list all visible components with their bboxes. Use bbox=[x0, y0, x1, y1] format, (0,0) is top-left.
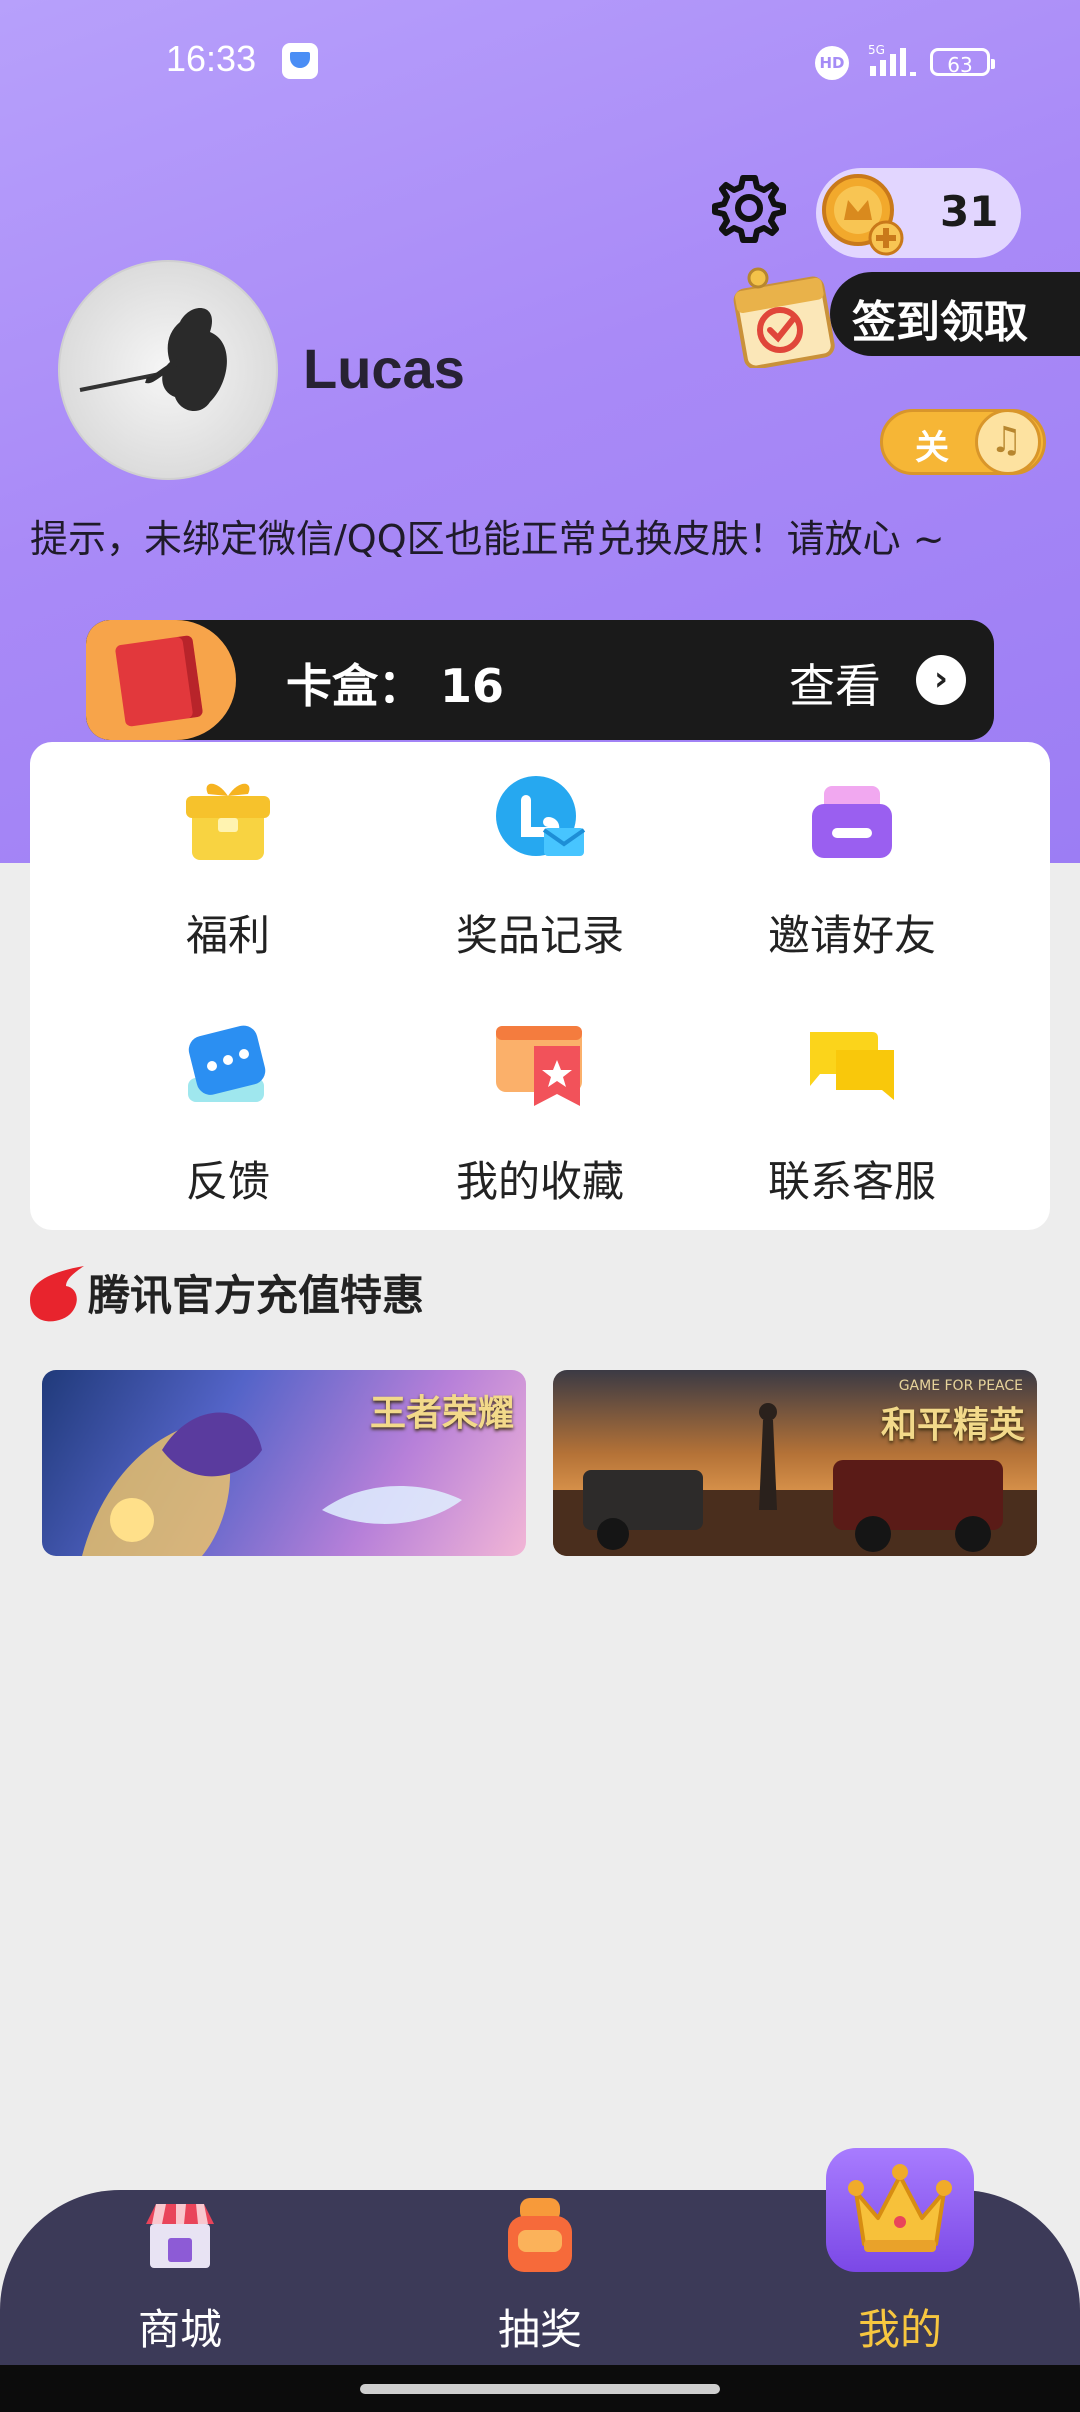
calendar-checkin-icon[interactable] bbox=[728, 264, 840, 368]
status-bar: 16:33 HD 5G 63 bbox=[0, 0, 1080, 125]
feedback-icon bbox=[188, 1025, 266, 1102]
menu-item-invite-friend[interactable]: 邀请好友 bbox=[702, 742, 1002, 960]
nav-label-lottery: 抽奖 bbox=[497, 2305, 582, 2354]
music-note-icon: ♫ bbox=[990, 420, 1023, 461]
binding-tip: 提示，未绑定微信/QQ区也能正常兑换皮肤！请放心 ~ bbox=[30, 517, 945, 561]
signal-icon: 5G bbox=[868, 43, 916, 76]
coin-count: 31 bbox=[940, 187, 999, 236]
game-for-peace-banner[interactable]: GAME FOR PEACE 和平精英 bbox=[553, 1370, 1037, 1556]
menu-item-favorites[interactable]: 我的收藏 bbox=[390, 988, 690, 1206]
nav-tab-shop[interactable]: 商城 bbox=[80, 2190, 280, 2360]
game-for-peace-subtitle: GAME FOR PEACE bbox=[898, 1378, 1023, 1394]
cardbox-label: 卡盒： 16 bbox=[286, 650, 504, 716]
invite-friend-icon bbox=[812, 786, 892, 858]
cardbox-bar[interactable]: 卡盒： 16 查看 › bbox=[86, 620, 994, 740]
username: Lucas bbox=[303, 337, 465, 400]
menu-item-customer-service[interactable]: 联系客服 bbox=[702, 988, 1002, 1206]
feature-menu: 福利 奖品记录 邀请好友 反馈 我的收藏 联系客服 bbox=[30, 742, 1050, 1230]
music-toggle[interactable]: 关 ♫ bbox=[880, 409, 1046, 475]
cardbox-count: 16 bbox=[440, 659, 505, 713]
shop-icon bbox=[146, 2204, 214, 2268]
tencent-flame-icon bbox=[30, 1266, 84, 1322]
nav-label-shop: 商城 bbox=[137, 2305, 222, 2354]
gift-icon bbox=[186, 783, 270, 860]
status-time: 16:33 bbox=[166, 38, 257, 79]
game-for-peace-title: 和平精英 bbox=[880, 1405, 1025, 1446]
avatar[interactable] bbox=[58, 260, 278, 480]
notification-app-icon bbox=[282, 43, 318, 79]
hd-icon: HD bbox=[815, 46, 849, 80]
chevron-right-icon[interactable]: › bbox=[916, 655, 966, 705]
cardbox-view-button[interactable]: 查看 bbox=[789, 650, 881, 716]
music-toggle-off-label: 关 bbox=[915, 428, 949, 468]
coin-add-icon[interactable] bbox=[818, 170, 908, 260]
honor-of-kings-banner[interactable]: 王者荣耀 bbox=[42, 1370, 526, 1556]
prize-record-icon bbox=[496, 776, 586, 856]
crown-icon bbox=[848, 2164, 952, 2252]
promo-section-title: 腾讯官方充值特惠 bbox=[88, 1271, 425, 1320]
menu-item-welfare[interactable]: 福利 bbox=[78, 742, 378, 960]
battery-indicator: 63 bbox=[930, 48, 995, 77]
menu-item-prize-record[interactable]: 奖品记录 bbox=[390, 742, 690, 960]
customer-service-icon bbox=[810, 1032, 894, 1100]
checkin-button[interactable]: 签到领取 bbox=[830, 272, 1080, 356]
lottery-icon bbox=[508, 2198, 572, 2272]
menu-label-welfare: 福利 bbox=[185, 911, 270, 960]
menu-label-prize-record: 奖品记录 bbox=[455, 911, 624, 960]
home-indicator[interactable] bbox=[360, 2384, 720, 2394]
menu-label-invite-friend: 邀请好友 bbox=[767, 911, 936, 960]
nav-label-mine: 我的 bbox=[857, 2305, 942, 2354]
favorites-icon bbox=[496, 1026, 582, 1106]
menu-label-favorites: 我的收藏 bbox=[455, 1157, 624, 1206]
nav-tab-mine[interactable]: 我的 bbox=[800, 2164, 1000, 2360]
network-type: 5G bbox=[868, 43, 885, 57]
music-toggle-knob: ♫ bbox=[975, 409, 1041, 475]
nav-tab-lottery[interactable]: 抽奖 bbox=[440, 2190, 640, 2360]
menu-item-feedback[interactable]: 反馈 bbox=[78, 988, 378, 1206]
honor-of-kings-title: 王者荣耀 bbox=[369, 1393, 514, 1434]
cardbox-label-text: 卡盒： bbox=[286, 659, 424, 713]
menu-label-feedback: 反馈 bbox=[185, 1157, 270, 1206]
settings-gear-icon[interactable] bbox=[711, 170, 787, 246]
cardbox-book-icon bbox=[114, 634, 204, 728]
checkin-label: 签到领取 bbox=[852, 297, 1028, 348]
menu-label-customer-service: 联系客服 bbox=[767, 1157, 936, 1206]
avatar-image bbox=[79, 308, 227, 412]
